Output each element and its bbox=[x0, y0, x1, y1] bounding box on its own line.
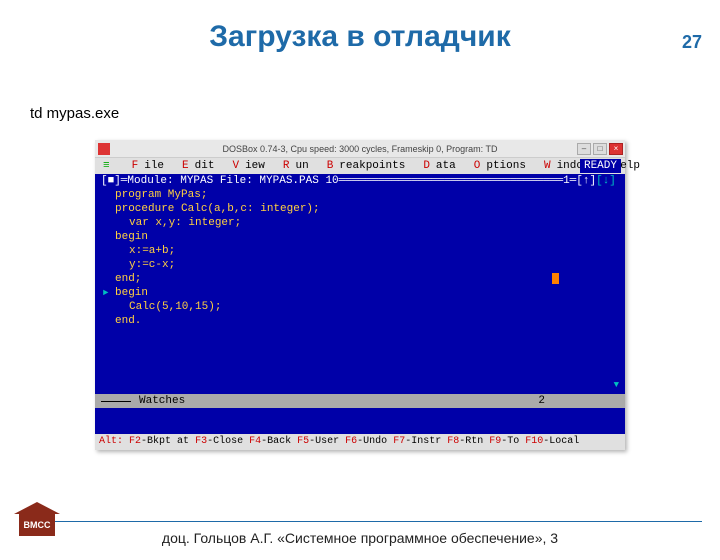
cursor-icon bbox=[552, 273, 559, 284]
window-buttons: – □ × bbox=[577, 143, 623, 155]
page-title: Загрузка в отладчик bbox=[0, 20, 720, 54]
footer-text: доц. Гольцов А.Г. «Системное программное… bbox=[0, 530, 720, 546]
logo-roof-icon bbox=[14, 502, 60, 514]
alt-label: Alt: bbox=[99, 436, 123, 447]
watches-label: Watches bbox=[139, 394, 185, 408]
code-line[interactable]: begin bbox=[101, 230, 619, 244]
system-menu-icon[interactable]: ≡ bbox=[99, 159, 114, 173]
code-line[interactable]: end; bbox=[101, 272, 619, 286]
watches-divider[interactable]: Watches 2 bbox=[95, 394, 625, 408]
menu-iew[interactable]: View bbox=[220, 160, 270, 172]
menu-un[interactable]: Run bbox=[271, 160, 315, 172]
td-screen: ≡ FileEditViewRunBreakpointsDataOptions W… bbox=[95, 158, 625, 450]
window-titlebar[interactable]: DOSBox 0.74-3, Cpu speed: 3000 cycles, F… bbox=[95, 140, 625, 158]
footer-divider bbox=[28, 521, 702, 522]
menu-ile[interactable]: File bbox=[120, 160, 170, 172]
ready-indicator: READY bbox=[580, 159, 621, 173]
fkey-F2[interactable]: F2 bbox=[129, 436, 141, 447]
code-panel[interactable]: [■]═Module: MYPAS File: MYPAS.PAS 10════… bbox=[95, 174, 625, 394]
watches-number: 2 bbox=[538, 394, 545, 408]
close-button[interactable]: × bbox=[609, 143, 623, 155]
code-line[interactable]: end. bbox=[101, 314, 619, 328]
code-line[interactable]: var x,y: integer; bbox=[101, 216, 619, 230]
fkey-F9[interactable]: F9 bbox=[483, 436, 501, 447]
status-bar: Alt: F2-Bkpt at F3-Close F4-Back F5-User… bbox=[95, 434, 625, 450]
menu-reakpoints[interactable]: Breakpoints bbox=[315, 160, 412, 172]
page-number: 27 bbox=[682, 32, 702, 53]
window-title: DOSBox 0.74-3, Cpu speed: 3000 cycles, F… bbox=[223, 144, 498, 154]
menu-dit[interactable]: Edit bbox=[170, 160, 220, 172]
watches-panel[interactable] bbox=[95, 408, 625, 434]
code-line[interactable]: program MyPas; bbox=[101, 188, 619, 202]
menu-ptions[interactable]: Options bbox=[462, 160, 532, 172]
fkey-F3[interactable]: F3 bbox=[189, 436, 207, 447]
td-menu-bar: ≡ FileEditViewRunBreakpointsDataOptionsW… bbox=[95, 158, 625, 174]
code-line[interactable]: x:=a+b; bbox=[101, 244, 619, 258]
code-line[interactable]: begin bbox=[101, 286, 619, 300]
code-line[interactable]: procedure Calc(a,b,c: integer); bbox=[101, 202, 619, 216]
code-line[interactable]: Calc(5,10,15); bbox=[101, 300, 619, 314]
fkey-F10[interactable]: F10 bbox=[519, 436, 543, 447]
command-text: td mypas.exe bbox=[30, 105, 119, 122]
fkey-F6[interactable]: F6 bbox=[339, 436, 357, 447]
dosbox-window: DOSBox 0.74-3, Cpu speed: 3000 cycles, F… bbox=[95, 140, 625, 450]
fkey-F8[interactable]: F8 bbox=[441, 436, 459, 447]
menu-ata[interactable]: Data bbox=[411, 160, 461, 172]
code-line[interactable]: y:=c-x; bbox=[101, 258, 619, 272]
fkey-F7[interactable]: F7 bbox=[387, 436, 405, 447]
fkey-F4[interactable]: F4 bbox=[243, 436, 261, 447]
minimize-button[interactable]: – bbox=[577, 143, 591, 155]
app-icon bbox=[98, 143, 110, 155]
scroll-down-icon[interactable]: ▼ bbox=[614, 378, 619, 392]
module-header: [■]═Module: MYPAS File: MYPAS.PAS 10════… bbox=[101, 174, 619, 188]
maximize-button[interactable]: □ bbox=[593, 143, 607, 155]
fkey-F5[interactable]: F5 bbox=[291, 436, 309, 447]
